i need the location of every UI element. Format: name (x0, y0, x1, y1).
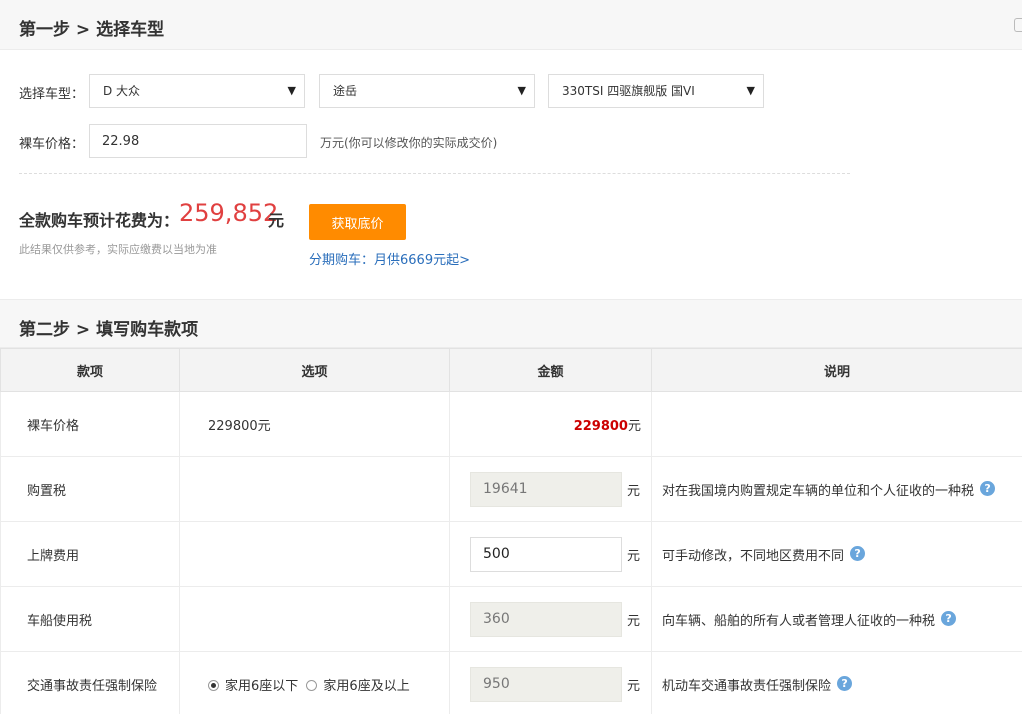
brand-select-value: D 大众 (103, 84, 141, 98)
row-desc: 向车辆、船舶的所有人或者管理人征收的一种税? (651, 586, 1022, 652)
radio-6-seats-plus[interactable]: 家用6座及以上 (306, 678, 410, 694)
radio-under-6-seats[interactable]: 家用6座以下 (208, 679, 298, 694)
row-name: 车船使用税 (0, 586, 180, 652)
row-desc-text: 可手动修改，不同地区费用不同 (662, 548, 845, 564)
header-option: 选项 (179, 348, 450, 392)
variant-select[interactable]: 330TSI 四驱旗舰版 国VI ▼ (548, 74, 764, 108)
radio-checked-icon[interactable] (208, 679, 219, 691)
price-label: 裸车价格： (19, 137, 85, 152)
row-name: 交通事故责任强制保险 (0, 651, 180, 714)
amount-unit: 元 (627, 548, 641, 564)
series-select[interactable]: 途岳 ▼ (319, 74, 535, 108)
fees-table: 款项 选项 金额 说明 裸车价格 229800元 229800元 购置税 元 对… (0, 348, 1022, 714)
series-select-value: 途岳 (333, 84, 358, 98)
help-icon[interactable]: ? (837, 675, 853, 691)
get-price-button[interactable]: 获取底价 (309, 204, 406, 240)
table-row: 交通事故责任强制保险 家用6座以下 家用6座及以上 元 机动车交通事故责任强制保… (0, 651, 1022, 714)
total-value: 259,852 (179, 199, 279, 227)
step1-header: 第一步 > 选择车型 (0, 0, 1022, 50)
header-item: 款项 (0, 348, 180, 392)
disclaimer: 此结果仅供参考，实际应缴费以当地为准 (19, 243, 217, 256)
chevron-down-icon: ▼ (746, 84, 755, 97)
table-row: 裸车价格 229800元 229800元 (0, 391, 1022, 457)
plate-fee-input[interactable] (470, 536, 622, 572)
header-description: 说明 (651, 348, 1022, 392)
installment-link[interactable]: 分期购车：月供6669元起> (309, 249, 470, 268)
row-desc-text: 机动车交通事故责任强制保险 (662, 678, 832, 694)
bare-price-amount: 229800 (573, 418, 628, 434)
table-row: 车船使用税 元 向车辆、船舶的所有人或者管理人征收的一种税? (0, 586, 1022, 652)
chevron-down-icon: ▼ (287, 84, 296, 97)
row-option (179, 456, 450, 522)
row-desc: 对在我国境内购置规定车辆的单位和个人征收的一种税? (651, 456, 1022, 522)
table-row: 购置税 元 对在我国境内购置规定车辆的单位和个人征收的一种税? (0, 456, 1022, 522)
amount-unit: 元 (627, 418, 641, 434)
variant-select-value: 330TSI 四驱旗舰版 国VI (562, 84, 695, 98)
amount-unit: 元 (627, 613, 641, 629)
help-icon[interactable]: ? (850, 545, 866, 561)
total-label: 全款购车预计花费为： (19, 211, 180, 230)
row-name: 购置税 (0, 456, 180, 522)
step2-title: 第二步 > 填写购车款项 (19, 320, 199, 340)
total-unit: 元 (268, 211, 285, 230)
row-option: 家用6座以下 家用6座及以上 (179, 651, 450, 714)
row-name: 裸车价格 (0, 391, 180, 457)
table-row: 上牌费用 元 可手动修改，不同地区费用不同? (0, 521, 1022, 587)
divider (19, 173, 850, 174)
row-amount: 229800元 (449, 391, 652, 457)
price-note: 万元(你可以修改你的实际成交价) (320, 136, 498, 150)
insurance-input (470, 666, 622, 702)
amount-unit: 元 (627, 483, 641, 499)
row-option (179, 586, 450, 652)
row-desc-text: 对在我国境内购置规定车辆的单位和个人征收的一种税 (662, 483, 975, 499)
table-header-row: 款项 选项 金额 说明 (0, 348, 1022, 392)
row-desc-text: 向车辆、船舶的所有人或者管理人征收的一种税 (662, 613, 936, 629)
chevron-down-icon: ▼ (517, 84, 526, 97)
row-desc: 机动车交通事故责任强制保险? (651, 651, 1022, 714)
step1-title: 第一步 > 选择车型 (19, 20, 165, 40)
help-icon[interactable]: ? (941, 610, 957, 626)
model-label: 选择车型： (19, 87, 85, 102)
step2-header: 第二步 > 填写购车款项 (0, 299, 1022, 348)
row-amount: 元 (449, 586, 652, 652)
header-amount: 金额 (449, 348, 652, 392)
radio-unchecked-icon[interactable] (306, 679, 318, 691)
row-option (179, 521, 450, 587)
brand-select[interactable]: D 大众 ▼ (89, 74, 305, 108)
row-amount: 元 (449, 651, 652, 714)
purchase-tax-input (470, 471, 622, 507)
share-icon[interactable] (1014, 18, 1022, 32)
row-amount: 元 (449, 521, 652, 587)
radio-label: 家用6座及以上 (323, 678, 410, 694)
row-desc: 可手动修改，不同地区费用不同? (651, 521, 1022, 587)
row-desc (651, 391, 1022, 457)
radio-label: 家用6座以下 (225, 678, 299, 694)
row-option: 229800元 (179, 391, 450, 457)
amount-unit: 元 (627, 678, 641, 694)
vessel-tax-input (470, 601, 622, 637)
price-input[interactable] (89, 124, 307, 158)
row-name: 上牌费用 (0, 521, 180, 587)
help-icon[interactable]: ? (980, 480, 996, 496)
row-amount: 元 (449, 456, 652, 522)
